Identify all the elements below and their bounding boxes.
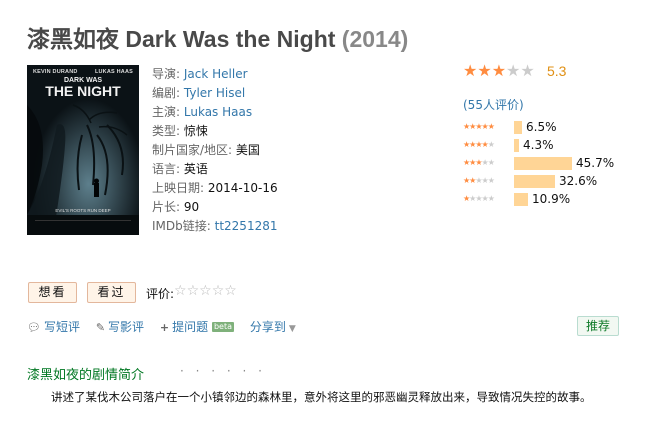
language-value: 英语 [183,162,208,176]
rating-star-empty: ★ [520,61,535,80]
info-language: 语言: 英语 [152,160,278,179]
info-label: 语言: [152,162,181,176]
rating-dist-stars: ★★★★★ [463,122,495,131]
summary-title-dots: · · · · · · [180,364,266,378]
rating-dist-bar [514,193,528,206]
rating-dist-row: ★★★★★ 10.9% [463,191,633,209]
movie-poster[interactable]: KEVIN DURAND LUKAS HAAS DARK WAS THE NIG… [27,65,139,235]
info-label: 类型: [152,124,181,138]
info-label: 导演: [152,67,181,81]
rate-star-2[interactable]: ☆ [187,283,200,299]
chevron-down-icon: ▼ [288,324,296,334]
recommend-button[interactable]: 推荐 [577,316,619,336]
info-cast: 主演: Lukas Haas [152,103,278,122]
write-short-review-link[interactable]: 💬︎ 写短评 [27,318,80,335]
rating-score: 5.3 [547,63,567,79]
poster-tagline: EVIL'S ROOTS RUN DEEP [55,208,111,213]
rating-dist-bar [514,139,519,152]
rating-star-empty: ★ [506,61,521,80]
info-release: 上映日期: 2014-10-16 [152,179,278,198]
rating-dist-stars: ★★★★★ [463,140,495,149]
poster-title: DARK WAS THE NIGHT [27,77,139,98]
share-label: 分享到 [249,320,286,334]
rate-star-5[interactable]: ☆ [224,283,237,299]
rating-dist-percent: 32.6% [559,174,598,188]
rating-dist-stars: ★★★★★ [463,176,495,185]
rating-stars: ★★★★★ [463,62,535,80]
rating-dist-row: ★★★★★ 45.7% [463,155,633,173]
plus-icon: + [159,321,170,334]
rating-dist-row: ★★★★★ 6.5% [463,119,633,137]
write-review-label: 写影评 [108,320,145,334]
ask-question-link[interactable]: + 提问题 beta [160,318,234,335]
info-director: 导演: Jack Heller [152,65,278,84]
info-label: 主演: [152,105,181,119]
beta-badge: beta [211,322,234,332]
info-label: IMDb链接: [152,219,211,233]
info-genre: 类型: 惊悚 [152,122,278,141]
rate-star-1[interactable]: ☆ [174,283,187,299]
watched-button[interactable]: 看过 [87,282,136,303]
rating-dist-stars: ★★★★★ [463,158,495,167]
want-to-watch-button[interactable]: 想看 [28,282,77,303]
share-dropdown[interactable]: 分享到 ▼ [250,318,296,335]
info-runtime: 片长: 90 [152,198,278,217]
rate-star-3[interactable]: ☆ [199,283,212,299]
action-bar: 💬︎ 写短评 ✎ 写影评 + 提问题 beta 分享到 ▼ [27,318,308,335]
rating-dist-row: ★★★★★ 4.3% [463,137,633,155]
rating-star-filled: ★ [477,61,492,80]
info-writer: 编剧: Tyler Hisel [152,84,278,103]
write-review-link[interactable]: ✎ 写影评 [96,318,144,335]
poster-credits [35,220,131,227]
country-value: 美国 [235,143,260,157]
imdb-link[interactable]: tt2251281 [215,219,278,233]
write-short-review-label: 写短评 [43,320,80,334]
rating-dist-bar [514,121,522,134]
rating-dist-bar [514,157,572,170]
pencil-icon: ✎ [95,321,106,334]
poster-actor-left: KEVIN DURAND [33,69,78,75]
summary-title: 漆黑如夜的剧情简介 [27,368,145,383]
rating-dist-row: ★★★★★ 32.6% [463,173,633,191]
director-link[interactable]: Jack Heller [184,67,248,81]
runtime-value: 90 [183,200,200,214]
info-label: 上映日期: [152,181,205,195]
title-year: (2014) [341,26,409,52]
genre-value: 惊悚 [183,124,208,138]
writer-link[interactable]: Tyler Hisel [184,86,245,100]
rating-votes-link[interactable]: (55人评价) [463,96,524,113]
info-label: 制片国家/地区: [152,143,233,157]
rating-dist-percent: 10.9% [532,192,571,206]
rating-dist-stars: ★★★★★ [463,194,495,203]
ask-question-label: 提问题 [172,320,209,334]
poster-actor-right: LUKAS HAAS [94,69,133,75]
title-en: Dark Was the Night [125,26,336,52]
rating-star-filled: ★ [463,61,478,80]
info-label: 片长: [152,200,181,214]
poster-title-big: THE NIGHT [45,83,121,99]
title-cn: 漆黑如夜 [27,26,119,52]
release-value: 2014-10-16 [207,181,278,195]
summary-text: 讲述了某伐木公司落户在一个小镇邻边的森林里，意外将这里的邪恶幽灵释放出来，导致情… [51,390,592,404]
rating-dist-percent: 4.3% [523,138,554,152]
rate-label: 评价: [146,287,175,301]
info-country: 制片国家/地区: 美国 [152,141,278,160]
rating-dist-percent: 6.5% [526,120,557,134]
info-imdb: IMDb链接: tt2251281 [152,217,278,236]
rating-star-filled: ★ [491,61,507,80]
page-title: 漆黑如夜 Dark Was the Night (2014) [27,20,408,54]
rating-dist-percent: 45.7% [576,156,615,170]
cast-link[interactable]: Lukas Haas [184,105,252,119]
rating-distribution: ★★★★★ 6.5% ★★★★★ 4.3% ★★★★★ 45.7% ★★★★★ 32.6% ★★… [463,119,633,209]
rate-star-4[interactable]: ☆ [212,283,225,299]
rating-dist-bar [514,175,555,188]
info-label: 编剧: [152,86,181,100]
movie-info: 导演: Jack Heller 编剧: Tyler Hisel 主演: Luka… [152,65,278,236]
comment-icon: 💬︎ [27,321,41,334]
rate-stars-input[interactable]: ☆☆☆☆☆ [174,283,237,299]
